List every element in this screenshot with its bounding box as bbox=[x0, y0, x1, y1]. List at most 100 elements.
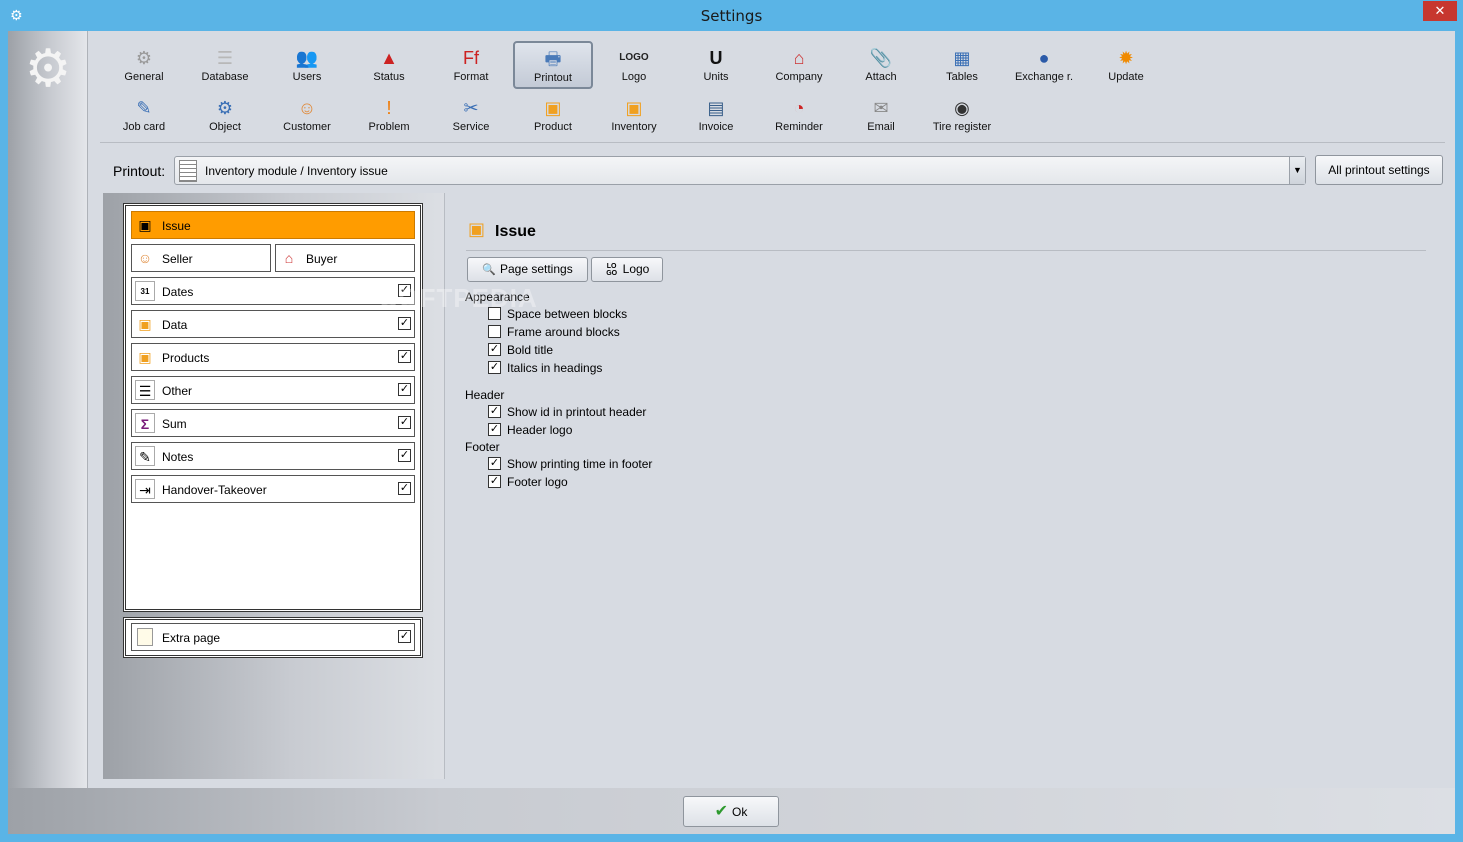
printout-select[interactable]: Inventory module / Inventory issue ▼ bbox=[174, 156, 1306, 185]
extra-page-box: Extra page ✓ bbox=[123, 617, 423, 658]
checkbox[interactable]: ✓ bbox=[488, 423, 501, 436]
attach-icon: 📎 bbox=[869, 48, 893, 68]
block-dates[interactable]: 31 Dates ✓ bbox=[131, 277, 415, 305]
logo-button[interactable]: LO GO Logo bbox=[591, 257, 663, 282]
logo-label: Logo bbox=[622, 262, 650, 276]
problem-label: Problem bbox=[368, 121, 410, 133]
toolbar-status[interactable]: ▲ Status bbox=[349, 41, 429, 89]
all-printout-settings-button[interactable]: All printout settings bbox=[1315, 155, 1443, 185]
tables-icon: ▦ bbox=[953, 48, 971, 68]
service-label: Service bbox=[452, 121, 490, 133]
toolbar-tire-register[interactable]: ◉ Tire register bbox=[922, 91, 1002, 139]
block-label: Issue bbox=[162, 219, 191, 233]
checkbox[interactable] bbox=[488, 325, 501, 338]
toolbar-problem[interactable]: ! Problem bbox=[349, 91, 429, 139]
printout-label: Printout: bbox=[113, 163, 166, 179]
block-checkbox[interactable]: ✓ bbox=[398, 383, 411, 396]
checkmark-icon: ✔ bbox=[714, 803, 729, 820]
checkbox[interactable]: ✓ bbox=[488, 343, 501, 356]
database-icon: ☰ bbox=[216, 48, 234, 68]
printout-select-value: Inventory module / Inventory issue bbox=[205, 164, 388, 178]
database-label: Database bbox=[201, 71, 249, 83]
block-icon: 31 bbox=[135, 281, 155, 301]
block-icon: ▣ bbox=[138, 349, 152, 365]
block-checkbox[interactable]: ✓ bbox=[398, 416, 411, 429]
block-issue[interactable]: ▣ Issue bbox=[131, 211, 415, 239]
toolbar-inventory[interactable]: ▣ Inventory bbox=[594, 91, 674, 139]
checkbox[interactable]: ✓ bbox=[488, 361, 501, 374]
toolbar-object[interactable]: ⚙ Object bbox=[185, 91, 265, 139]
checkbox[interactable]: ✓ bbox=[488, 457, 501, 470]
checkbox-label: Footer logo bbox=[507, 475, 568, 489]
block-checkbox[interactable]: ✓ bbox=[398, 317, 411, 330]
toolbar-product[interactable]: ▣ Product bbox=[513, 91, 593, 139]
toolbar-company[interactable]: ⌂ Company bbox=[759, 41, 839, 89]
block-handover-takeover[interactable]: ⇥ Handover-Takeover ✓ bbox=[131, 475, 415, 503]
checkbox[interactable]: ✓ bbox=[488, 405, 501, 418]
block-checkbox[interactable]: ✓ bbox=[398, 449, 411, 462]
toolbar-reminder[interactable]: ◔ Reminder bbox=[759, 91, 839, 139]
toolbar-general[interactable]: ⚙ General bbox=[104, 41, 184, 89]
toolbar-tables[interactable]: ▦ Tables bbox=[922, 41, 1002, 89]
toolbar-job-card[interactable]: ✎ Job card bbox=[104, 91, 184, 139]
block-extra-page[interactable]: Extra page ✓ bbox=[131, 623, 415, 651]
update-label: Update bbox=[1108, 71, 1144, 83]
general-label: General bbox=[124, 71, 164, 83]
block-seller[interactable]: ☺ Seller bbox=[131, 244, 271, 272]
ok-button[interactable]: ✔ Ok bbox=[683, 796, 779, 827]
toolbar-invoice[interactable]: ▤ Invoice bbox=[676, 91, 756, 139]
toolbar-format[interactable]: Ff Format bbox=[431, 41, 511, 89]
product-label: Product bbox=[534, 121, 572, 133]
update-icon: ✹ bbox=[1118, 48, 1134, 68]
email-label: Email bbox=[867, 121, 895, 133]
toolbar-users[interactable]: 👥 Users bbox=[267, 41, 347, 89]
customer-label: Customer bbox=[283, 121, 331, 133]
toolbar-units[interactable]: U Units bbox=[676, 41, 756, 89]
service-icon: ✂ bbox=[463, 98, 479, 118]
inventory-label: Inventory bbox=[611, 121, 657, 133]
block-label: Products bbox=[162, 351, 210, 365]
toolbar-update[interactable]: ✹ Update bbox=[1086, 41, 1166, 89]
company-icon: ⌂ bbox=[793, 48, 805, 68]
block-checkbox[interactable]: ✓ bbox=[398, 482, 411, 495]
block-icon: ⇥ bbox=[135, 479, 155, 499]
block-sum[interactable]: Σ Sum ✓ bbox=[131, 409, 415, 437]
tire-register-label: Tire register bbox=[932, 121, 992, 133]
checkbox[interactable]: ✓ bbox=[488, 475, 501, 488]
section-title: Issue bbox=[495, 223, 536, 240]
company-label: Company bbox=[775, 71, 823, 83]
block-buyer[interactable]: ⌂ Buyer bbox=[275, 244, 415, 272]
block-label: Extra page bbox=[162, 631, 221, 645]
title-bar: ⚙ Settings ✕ bbox=[0, 0, 1463, 30]
toolbar-service[interactable]: ✂ Service bbox=[431, 91, 511, 139]
block-checkbox[interactable]: ✓ bbox=[398, 350, 411, 363]
block-notes[interactable]: ✎ Notes ✓ bbox=[131, 442, 415, 470]
block-products[interactable]: ▣ Products ✓ bbox=[131, 343, 415, 371]
blocks-list: ▣ Issue ☺ Seller ⌂ Buyer 31 Dates ✓ ▣ Data ✓ ▣… bbox=[123, 203, 423, 612]
block-label: Buyer bbox=[306, 252, 338, 266]
users-icon: 👥 bbox=[295, 48, 319, 68]
checkbox-label: Bold title bbox=[507, 343, 554, 357]
exchange-icon: ● bbox=[1038, 48, 1050, 68]
toolbar-customer[interactable]: ☺ Customer bbox=[267, 91, 347, 139]
header-label: Header bbox=[465, 388, 505, 402]
close-button[interactable]: ✕ bbox=[1423, 1, 1457, 21]
block-data[interactable]: ▣ Data ✓ bbox=[131, 310, 415, 338]
toolbar-printout[interactable]: 🖶 Printout bbox=[513, 41, 593, 89]
left-sidebar: ⚙ bbox=[8, 31, 88, 788]
tire-register-icon: ◉ bbox=[954, 98, 970, 118]
toolbar-database[interactable]: ☰ Database bbox=[185, 41, 265, 89]
block-other[interactable]: ☰ Other ✓ bbox=[131, 376, 415, 404]
checkbox-label: Frame around blocks bbox=[507, 325, 620, 339]
toolbar-divider bbox=[100, 142, 1445, 143]
checkbox-label: Show id in printout header bbox=[507, 405, 647, 419]
toolbar-email[interactable]: ✉ Email bbox=[841, 91, 921, 139]
toolbar-attach[interactable]: 📎 Attach bbox=[841, 41, 921, 89]
block-label: Notes bbox=[162, 450, 194, 464]
page-settings-button[interactable]: 🔍 Page settings bbox=[467, 257, 588, 282]
extra-page-checkbox[interactable]: ✓ bbox=[398, 630, 411, 643]
toolbar-exchange[interactable]: ● Exchange r. bbox=[1004, 41, 1084, 89]
chevron-down-icon[interactable]: ▼ bbox=[1289, 157, 1305, 184]
units-icon: U bbox=[709, 48, 723, 68]
toolbar-logo[interactable]: LOGO Logo bbox=[594, 41, 674, 89]
